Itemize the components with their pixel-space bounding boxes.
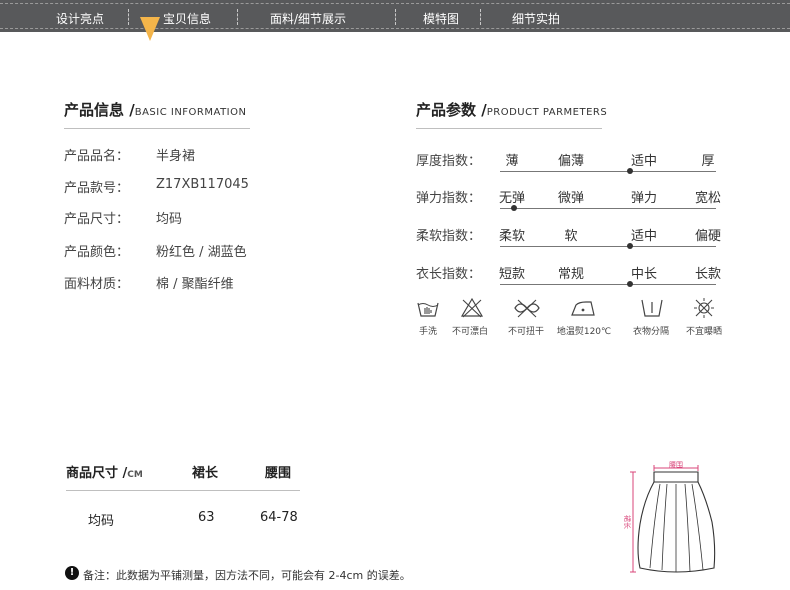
info-value-color: 粉红色 / 湖蓝色 bbox=[156, 245, 247, 260]
hand-wash-icon bbox=[416, 297, 440, 319]
low-iron-icon bbox=[569, 297, 597, 319]
nav-separator bbox=[128, 9, 129, 25]
param-scale-line bbox=[500, 284, 716, 285]
size-table-unit: CM bbox=[127, 470, 143, 480]
basic-info-title-cn: 产品信息 bbox=[64, 101, 125, 119]
param-option: 适中 bbox=[630, 154, 658, 169]
care-label-no-sun-dry: 不宜曝晒 bbox=[685, 327, 723, 337]
size-cell-size: 均码 bbox=[88, 514, 115, 529]
info-label: 面料材质： bbox=[64, 277, 130, 292]
size-col-waist-header: 腰围 bbox=[265, 466, 292, 481]
param-label: 柔软指数： bbox=[416, 229, 482, 244]
warning-icon: ! bbox=[65, 566, 79, 580]
bottom-dashed-border bbox=[0, 28, 790, 29]
size-table-rule bbox=[66, 490, 300, 491]
nav-separator bbox=[237, 9, 238, 25]
product-params-rule bbox=[416, 128, 602, 129]
param-selected-dot bbox=[511, 205, 517, 211]
care-label-low-iron: 地温熨120℃ bbox=[556, 327, 612, 337]
skirt-outline-icon: 腰围 裙长 bbox=[623, 461, 716, 573]
basic-info-title-en: BASIC INFORMATION bbox=[134, 107, 247, 118]
length-label: 裙长 bbox=[623, 515, 632, 529]
nav-item-detail-shots[interactable]: 细节实拍 bbox=[512, 10, 560, 27]
param-selected-dot bbox=[627, 243, 633, 249]
param-label: 弹力指数： bbox=[416, 191, 482, 206]
param-option: 软 bbox=[564, 229, 578, 244]
param-option: 常规 bbox=[557, 267, 585, 282]
top-nav-bar: 设计亮点 宝贝信息 面料/细节展示 模特图 细节实拍 bbox=[0, 0, 790, 32]
param-option: 厚 bbox=[701, 154, 715, 169]
info-label: 产品款号： bbox=[64, 181, 130, 196]
param-option: 柔软 bbox=[498, 229, 526, 244]
no-sun-dry-icon bbox=[692, 297, 716, 319]
size-cell-waist: 64-78 bbox=[260, 510, 298, 525]
info-label: 产品颜色： bbox=[64, 245, 130, 260]
size-table-title-cn: 商品尺寸 bbox=[66, 466, 119, 481]
product-params-title-en: PRODUCT PARMETERS bbox=[486, 107, 608, 118]
param-option: 短款 bbox=[498, 267, 526, 282]
separate-wash-icon bbox=[640, 297, 664, 319]
nav-separator bbox=[480, 9, 481, 25]
param-option: 偏硬 bbox=[694, 229, 722, 244]
param-option: 适中 bbox=[630, 229, 658, 244]
care-label-no-wring: 不可扭干 bbox=[507, 327, 545, 337]
param-option: 弹力 bbox=[630, 191, 658, 206]
param-selected-dot bbox=[627, 168, 633, 174]
info-value-material: 棉 / 聚酯纤维 bbox=[156, 277, 234, 292]
no-bleach-icon bbox=[460, 297, 484, 319]
param-option: 宽松 bbox=[694, 191, 722, 206]
param-label: 厚度指数： bbox=[416, 154, 482, 169]
info-value-style-number: Z17XB117045 bbox=[156, 177, 249, 192]
param-option: 长款 bbox=[694, 267, 722, 282]
param-option: 薄 bbox=[505, 154, 519, 169]
nav-item-product-info[interactable]: 宝贝信息 bbox=[163, 10, 211, 27]
param-selected-dot bbox=[627, 281, 633, 287]
param-option: 中长 bbox=[630, 267, 658, 282]
param-option: 微弹 bbox=[557, 191, 585, 206]
size-table-title: 商品尺寸 /CM bbox=[66, 466, 143, 481]
info-label: 产品品名： bbox=[64, 149, 130, 164]
nav-item-model-photos[interactable]: 模特图 bbox=[423, 10, 459, 27]
param-label: 衣长指数： bbox=[416, 267, 482, 282]
active-nav-marker bbox=[140, 17, 160, 41]
care-label-separate-wash: 衣物分隔 bbox=[632, 327, 670, 337]
basic-info-title: 产品信息 /BASIC INFORMATION bbox=[64, 101, 247, 119]
param-option: 无弹 bbox=[498, 191, 526, 206]
param-scale-line bbox=[500, 171, 716, 172]
size-cell-length: 63 bbox=[198, 510, 215, 525]
basic-info-rule bbox=[64, 128, 250, 129]
care-label-hand-wash: 手洗 bbox=[418, 327, 438, 337]
info-value-product-name: 半身裙 bbox=[156, 149, 196, 164]
waist-label: 腰围 bbox=[669, 461, 683, 469]
nav-item-fabric-details[interactable]: 面料/细节展示 bbox=[270, 10, 346, 27]
no-wring-icon bbox=[512, 297, 542, 319]
param-option: 偏薄 bbox=[557, 154, 585, 169]
care-label-no-bleach: 不可漂白 bbox=[451, 327, 489, 337]
top-dashed-border bbox=[0, 3, 790, 4]
info-label: 产品尺寸： bbox=[64, 212, 130, 227]
info-value-size: 均码 bbox=[156, 212, 183, 227]
product-params-title-cn: 产品参数 bbox=[416, 101, 477, 119]
size-col-length-header: 裙长 bbox=[192, 466, 219, 481]
measurement-note: 备注：此数据为平铺测量，因方法不同，可能会有 2-4cm 的误差。 bbox=[83, 569, 411, 582]
nav-item-design-highlights[interactable]: 设计亮点 bbox=[56, 10, 104, 27]
param-scale-line bbox=[500, 246, 716, 247]
product-params-title: 产品参数 /PRODUCT PARMETERS bbox=[416, 101, 608, 119]
nav-separator bbox=[395, 9, 396, 25]
param-scale-line bbox=[500, 208, 716, 209]
skirt-measurement-diagram: 腰围 裙长 bbox=[610, 460, 720, 585]
